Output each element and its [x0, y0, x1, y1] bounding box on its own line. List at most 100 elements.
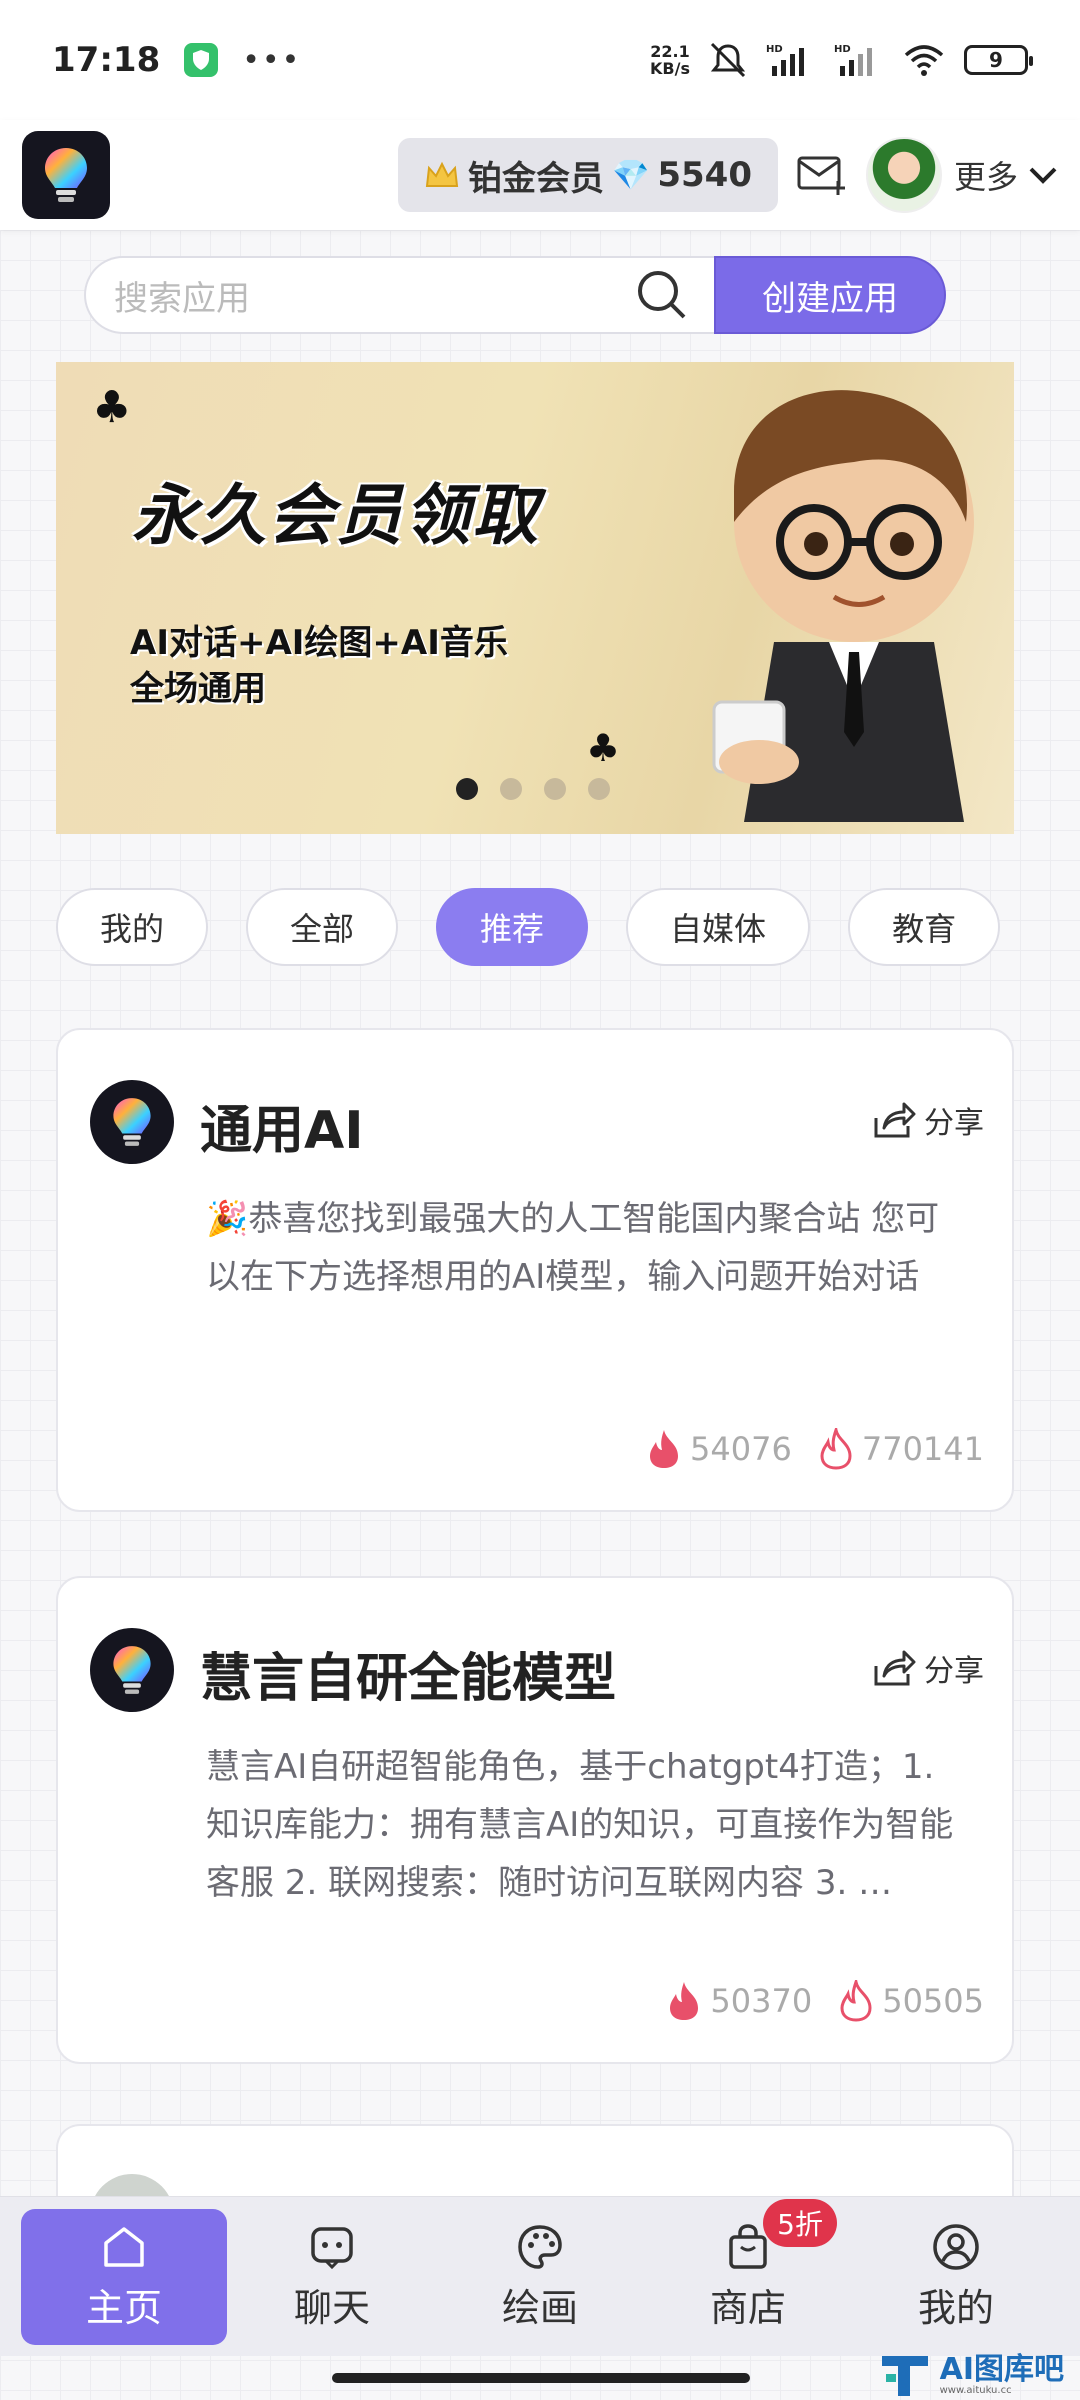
- signal-icon: HD: [766, 42, 816, 78]
- share-label: 分享: [924, 1654, 984, 1689]
- mail-add-icon[interactable]: [796, 153, 848, 197]
- search-placeholder: 搜索应用: [114, 278, 250, 319]
- tab-self-media[interactable]: 自媒体: [626, 888, 811, 966]
- chevron-down-icon: [1029, 167, 1057, 184]
- share-icon: [874, 1102, 916, 1138]
- battery-level: 9: [989, 48, 1003, 72]
- hot-value: 54076: [690, 1430, 792, 1468]
- card-title: 通用AI: [200, 1101, 364, 1161]
- lightbulb-icon: [90, 1628, 174, 1712]
- net-speed-value: 22.1: [650, 42, 690, 61]
- card-stats: 54076 770141: [646, 1428, 984, 1470]
- nav-draw-label: 绘画: [501, 2286, 578, 2330]
- status-bar: 17:18 ••• 22.1 KB/s HD HD 9: [0, 0, 1080, 120]
- banner-dot-2[interactable]: [500, 778, 522, 800]
- member-label: 铂金会员: [467, 158, 604, 199]
- net-speed: 22.1 KB/s: [650, 43, 690, 77]
- discount-badge: 5折: [763, 2198, 837, 2247]
- svg-text:HD: HD: [766, 44, 783, 55]
- shield-icon: [184, 43, 219, 77]
- palette-icon: [518, 2225, 562, 2269]
- lightbulb-icon: [90, 1080, 174, 1164]
- points-value: 5540: [657, 155, 752, 195]
- flame-icon: [650, 1430, 679, 1468]
- wifi-icon: [902, 43, 946, 77]
- user-icon: [933, 2224, 979, 2270]
- nav-mine[interactable]: 我的: [853, 2209, 1059, 2345]
- flame-outline-icon: [840, 1980, 872, 2022]
- views-value: 50505: [882, 1982, 984, 2020]
- banner-subtitle-line2: 全场通用: [130, 669, 266, 709]
- status-time: 17:18: [52, 40, 161, 80]
- nav-shop[interactable]: 5折 商店: [645, 2198, 851, 2345]
- flame-icon: [670, 1982, 699, 2020]
- home-icon: [104, 2227, 144, 2267]
- views-value: 770141: [861, 1430, 984, 1468]
- banner-dot-3[interactable]: [544, 778, 566, 800]
- app-logo[interactable]: [22, 131, 110, 219]
- membership-badge[interactable]: 铂金会员 💎 5540: [397, 138, 778, 212]
- mute-icon: [708, 42, 748, 78]
- app-card[interactable]: 慧言自研全能模型 分享 慧言AI自研超智能角色，基于chatgpt4打造；1.知…: [56, 1576, 1014, 2064]
- chat-icon: [311, 2227, 353, 2270]
- tab-all[interactable]: 全部: [246, 888, 399, 966]
- net-speed-unit: KB/s: [650, 59, 690, 78]
- diamond-icon: 💎: [611, 157, 650, 193]
- nav-mine-label: 我的: [917, 2286, 994, 2330]
- nav-home[interactable]: 主页: [21, 2208, 227, 2345]
- flame-outline-icon: [820, 1428, 852, 1470]
- watermark-logo-icon: [881, 2356, 928, 2396]
- nav-chat-label: 聊天: [293, 2286, 370, 2330]
- banner-title: 永久会员领取: [132, 477, 540, 554]
- hot-value: 50370: [710, 1982, 813, 2020]
- app-card[interactable]: 通用AI 分享 🎉恭喜您找到最强大的人工智能国内聚合站 您可以在下方选择想用的A…: [56, 1028, 1014, 1512]
- search-bar: 搜索应用 创建应用: [84, 256, 946, 334]
- app-header: 铂金会员 💎 5540 更多: [0, 120, 1080, 230]
- more-label: 更多: [953, 158, 1018, 196]
- view-count: 50505: [838, 1980, 984, 2022]
- battery-icon: 9: [964, 45, 1033, 75]
- search-input[interactable]: 搜索应用: [84, 256, 714, 334]
- avatar[interactable]: [865, 137, 942, 213]
- cartoon-boy-illustration: [712, 390, 974, 822]
- banner-subtitle-line1: AI对话+AI绘图+AI音乐: [130, 623, 508, 663]
- tab-education[interactable]: 教育: [848, 888, 1001, 966]
- share-icon: [874, 1650, 916, 1686]
- svg-text:HD: HD: [834, 44, 851, 55]
- hot-count: 50370: [666, 1980, 812, 2022]
- clover-icon: ♣: [92, 382, 132, 433]
- nav-home-label: 主页: [85, 2286, 162, 2330]
- card-description: 🎉恭喜您找到最强大的人工智能国内聚合站 您可以在下方选择想用的AI模型，输入问题…: [206, 1199, 940, 1297]
- share-button[interactable]: 分享: [872, 1646, 984, 1690]
- bottom-nav: 主页 聊天 绘画 5折 商店 我的: [0, 2196, 1080, 2356]
- nav-draw[interactable]: 绘画: [437, 2209, 643, 2345]
- hot-count: 54076: [646, 1428, 792, 1470]
- tab-mine[interactable]: 我的: [56, 888, 209, 966]
- view-count: 770141: [818, 1428, 984, 1470]
- more-menu-button[interactable]: 更多: [954, 152, 1058, 198]
- banner-dot-4[interactable]: [588, 778, 610, 800]
- card-title: 慧言自研全能模型: [200, 1649, 617, 1709]
- more-notifications-icon: •••: [242, 42, 302, 78]
- nav-shop-label: 商店: [709, 2286, 786, 2330]
- banner-subtitle: AI对话+AI绘图+AI音乐 全场通用: [130, 620, 508, 712]
- home-indicator[interactable]: [332, 2373, 750, 2383]
- clover-icon-2: ♣: [586, 726, 621, 770]
- nav-chat[interactable]: 聊天: [229, 2209, 435, 2345]
- share-label: 分享: [924, 1106, 984, 1141]
- watermark: AI图库吧 www.aituku.cc: [878, 2352, 1064, 2398]
- search-icon[interactable]: [634, 267, 690, 323]
- category-tabs: 我的 全部 推荐 自媒体 教育: [56, 888, 1014, 968]
- status-icons: 22.1 KB/s HD HD 9: [650, 42, 1033, 78]
- card-description: 慧言AI自研超智能角色，基于chatgpt4打造；1.知识库能力：拥有慧言AI的…: [206, 1747, 954, 1903]
- share-button[interactable]: 分享: [872, 1098, 984, 1142]
- promo-banner[interactable]: ♣ ♣ 永久会员领取 AI对话+AI绘图+AI音乐 全场通用: [56, 362, 1014, 834]
- crown-icon: [425, 161, 459, 187]
- signal-icon-2: HD: [834, 42, 884, 78]
- banner-dot-1[interactable]: [456, 778, 478, 800]
- tab-recommended[interactable]: 推荐: [436, 888, 589, 966]
- create-app-button[interactable]: 创建应用: [714, 256, 946, 334]
- card-stats: 50370 50505: [666, 1980, 984, 2022]
- watermark-text: AI图库吧: [939, 2351, 1064, 2387]
- banner-pagination: [456, 778, 610, 800]
